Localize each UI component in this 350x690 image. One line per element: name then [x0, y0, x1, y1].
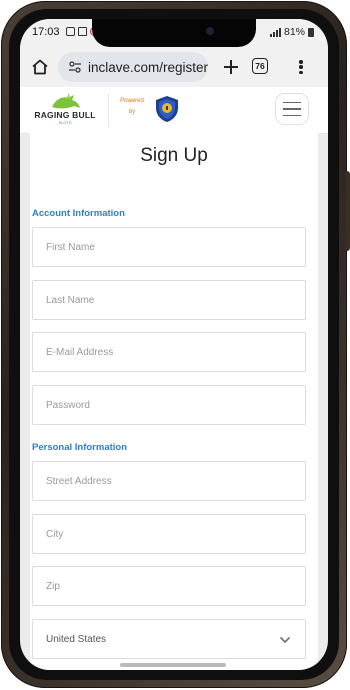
- first-name-field[interactable]: First Name: [32, 227, 306, 267]
- country-select-value: United States: [46, 633, 107, 645]
- menu-button[interactable]: [275, 93, 309, 125]
- inclave-shield-icon: [156, 96, 178, 122]
- raging-bull-logo[interactable]: RAGING BULL SLOTS: [30, 93, 100, 127]
- zip-field[interactable]: Zip: [32, 566, 306, 606]
- battery-icon: [308, 27, 314, 37]
- address-bar[interactable]: inclave.com/register: [58, 52, 208, 82]
- site-header: RAGING BULL SLOTS Powered by: [20, 87, 328, 134]
- powered-line1: Powered: [120, 98, 144, 104]
- street-address-field[interactable]: Street Address: [32, 461, 306, 501]
- powered-by-label: Powered by: [114, 96, 150, 118]
- personal-section-label: Personal Information: [32, 442, 128, 453]
- bull-icon: [52, 93, 80, 109]
- logo-text: RAGING BULL: [34, 110, 96, 120]
- browser-toolbar: inclave.com/register 76: [20, 47, 328, 87]
- front-camera: [206, 27, 214, 35]
- home-indicator[interactable]: [120, 663, 226, 667]
- tab-switcher-button[interactable]: 76: [252, 58, 268, 74]
- home-icon[interactable]: [30, 57, 50, 77]
- country-select[interactable]: United States: [32, 619, 306, 659]
- mail-icon: [78, 27, 87, 36]
- site-settings-icon[interactable]: [68, 60, 82, 74]
- notch: [92, 19, 256, 47]
- signal-icon: [269, 27, 281, 37]
- chevron-down-icon: [280, 637, 290, 643]
- email-field[interactable]: E-Mail Address: [32, 332, 306, 372]
- status-right: 81%: [269, 26, 314, 38]
- more-options-icon[interactable]: [298, 57, 304, 77]
- url-text: inclave.com/register: [87, 59, 208, 75]
- powered-line2: by: [128, 109, 136, 115]
- page-title: Sign Up: [140, 145, 208, 166]
- signup-card: Sign Up Account Information First Name L…: [30, 133, 318, 670]
- logo-subtext: SLOTS: [58, 120, 72, 125]
- last-name-field[interactable]: Last Name: [32, 280, 306, 320]
- account-section-label: Account Information: [32, 208, 125, 219]
- battery-level: 81%: [283, 26, 305, 38]
- phone-screen: 17:03 81% inclave.com/register 76 RAGING…: [20, 19, 328, 670]
- side-button: [346, 171, 350, 251]
- city-field[interactable]: City: [32, 514, 306, 554]
- password-field[interactable]: Password: [32, 385, 306, 425]
- header-divider: [108, 93, 109, 127]
- gallery-icon: [66, 27, 75, 36]
- status-time: 17:03: [32, 26, 60, 38]
- new-tab-icon[interactable]: [220, 56, 242, 78]
